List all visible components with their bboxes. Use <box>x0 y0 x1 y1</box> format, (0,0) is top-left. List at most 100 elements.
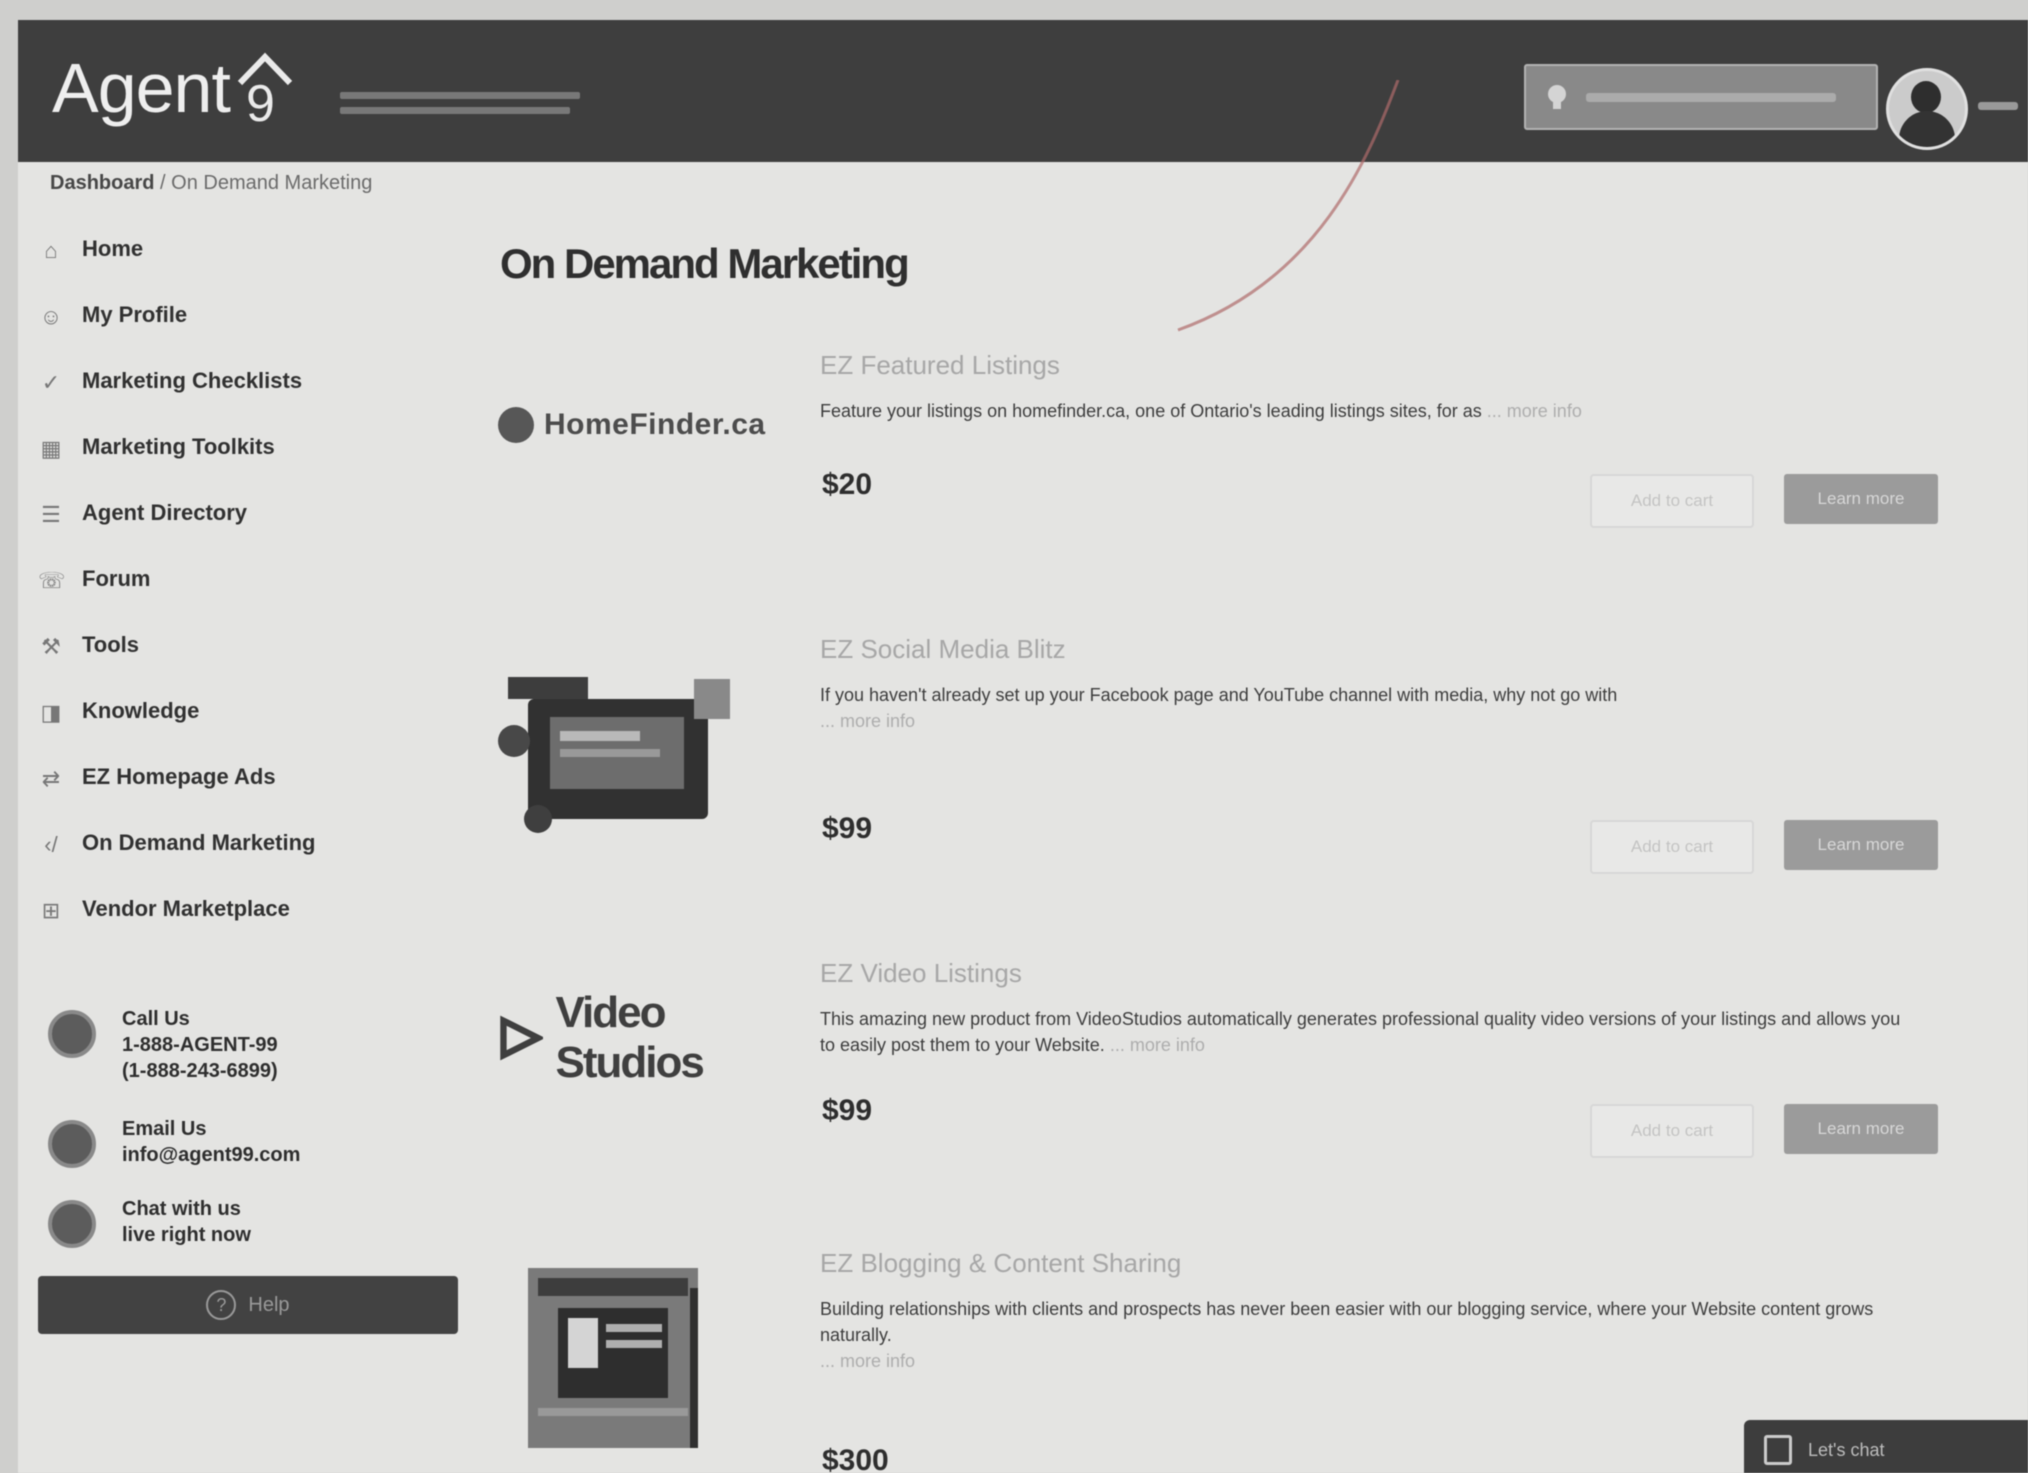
sidebar-item-my-profile[interactable]: ☺ My Profile <box>38 282 458 348</box>
add-to-cart-button[interactable]: Add to cart <box>1590 474 1754 528</box>
more-info-link[interactable]: ... more info <box>820 711 915 731</box>
lightbulb-icon <box>1548 85 1566 109</box>
email-icon <box>48 1120 96 1168</box>
description-text: Building relationships with clients and … <box>820 1299 1874 1345</box>
breadcrumb-root[interactable]: Dashboard <box>50 172 154 194</box>
home-icon: ⌂ <box>44 238 58 263</box>
product-price: $20 <box>822 468 873 501</box>
sidebar-item-knowledge[interactable]: ◨ Knowledge <box>38 678 458 744</box>
vendor-icon: ⊞ <box>41 898 61 923</box>
sidebar-item-marketing-toolkits[interactable]: ▦ Marketing Toolkits <box>38 414 458 480</box>
product-price: $99 <box>822 1094 873 1127</box>
product-price: $99 <box>822 812 873 845</box>
homefinder-logo-text: HomeFinder.ca <box>544 408 766 441</box>
forum-icon: ☏ <box>38 568 66 593</box>
sidebar-item-tools[interactable]: ⚒ Tools <box>38 612 458 678</box>
description-text: Feature your listings on homefinder.ca, … <box>820 401 1482 421</box>
video-studios-logo-text: Video Studios <box>555 988 704 1087</box>
browser-screen: Agent 9 Dashboard / On Demand Marketing <box>18 20 2028 1473</box>
chat-bubble-icon <box>48 1200 96 1248</box>
sidebar-item-vendor-marketplace[interactable]: ⊞ Vendor Marketplace <box>38 876 458 942</box>
chat-label: Let's chat <box>1808 1439 1885 1460</box>
product-description: This amazing new product from VideoStudi… <box>820 1006 1920 1058</box>
product-card: EZ Blogging & Content Sharing Building r… <box>498 1248 1958 1473</box>
social-media-screen-icon <box>498 677 730 833</box>
description-text: If you haven't already set up your Faceb… <box>820 685 1618 705</box>
learn-more-button[interactable]: Learn more <box>1784 1104 1938 1154</box>
product-title[interactable]: EZ Blogging & Content Sharing <box>820 1248 1181 1279</box>
product-description: Feature your listings on homefinder.ca, … <box>820 398 1920 424</box>
sidebar-item-marketing-checklists[interactable]: ✓ Marketing Checklists <box>38 348 458 414</box>
more-info-link[interactable]: ... more info <box>1487 401 1582 421</box>
play-icon <box>500 1015 544 1061</box>
house-logo-icon: 9 <box>237 52 293 127</box>
knowledge-icon: ◨ <box>40 700 62 725</box>
homefinder-logo[interactable]: HomeFinder.ca <box>498 407 766 443</box>
call-us-text: Call Us 1-888-AGENT-99 (1-888-243-6899) <box>122 1008 278 1082</box>
upgrade-button[interactable] <box>1524 64 1878 130</box>
sidebar-item-home[interactable]: ⌂ Home <box>38 216 458 282</box>
breadcrumb-separator: / <box>160 172 166 194</box>
product-description: Building relationships with clients and … <box>820 1296 1920 1374</box>
user-avatar[interactable] <box>1886 68 1968 150</box>
sidebar-item-label: On Demand Marketing <box>82 830 316 855</box>
product-title[interactable]: EZ Video Listings <box>820 958 1022 989</box>
checklist-icon: ✓ <box>41 370 61 395</box>
agent-logo[interactable]: Agent 9 <box>52 48 296 128</box>
blogging-document-icon <box>528 1268 698 1448</box>
email-us-contact[interactable]: Email Us info@agent99.com <box>48 1116 300 1168</box>
ez-homepage-icon: ⇄ <box>41 766 61 791</box>
chat-contact-text: Chat with us live right now <box>122 1198 251 1246</box>
call-us-contact[interactable]: Call Us 1-888-AGENT-99 (1-888-243-6899) <box>48 1006 278 1084</box>
sidebar-item-label: Forum <box>82 566 151 591</box>
video-studios-logo[interactable]: Video Studios <box>498 988 798 1088</box>
product-image <box>498 1258 798 1458</box>
live-chat-button[interactable]: Let's chat <box>1744 1420 2028 1473</box>
learn-more-button[interactable]: Learn more <box>1784 820 1938 870</box>
product-price: $300 <box>822 1444 889 1473</box>
product-image <box>498 654 798 854</box>
help-button[interactable]: ? Help <box>38 1276 458 1334</box>
breadcrumb-current: On Demand Marketing <box>171 172 373 194</box>
more-info-link[interactable]: ... more info <box>820 1351 915 1371</box>
learn-more-button[interactable]: Learn more <box>1784 474 1938 524</box>
chat-contact[interactable]: Chat with us live right now <box>48 1196 251 1248</box>
product-logo: Video Studios <box>498 978 798 1098</box>
logo-text: Agent <box>52 49 231 127</box>
help-icon: ? <box>206 1290 237 1320</box>
homefinder-logo-icon <box>498 407 534 443</box>
profile-icon: ☺ <box>39 304 63 329</box>
sidebar-item-on-demand-marketing[interactable]: ‹/ On Demand Marketing <box>38 810 458 876</box>
add-to-cart-button[interactable]: Add to cart <box>1590 820 1754 874</box>
sidebar-item-label: Marketing Toolkits <box>82 434 275 459</box>
sidebar-item-forum[interactable]: ☏ Forum <box>38 546 458 612</box>
product-description: If you haven't already set up your Faceb… <box>820 682 1920 734</box>
sidebar-item-label: Marketing Checklists <box>82 368 303 393</box>
sidebar: ⌂ Home ☺ My Profile ✓ Marketing Checklis… <box>38 216 458 1334</box>
email-us-text: Email Us info@agent99.com <box>122 1118 301 1166</box>
page-title: On Demand Marketing <box>500 240 910 287</box>
pen-mark <box>1177 80 1400 332</box>
sidebar-item-label: Tools <box>82 632 140 657</box>
sidebar-item-label: Knowledge <box>82 698 200 723</box>
sidebar-item-agent-directory[interactable]: ☰ Agent Directory <box>38 480 458 546</box>
breadcrumb: Dashboard / On Demand Marketing <box>50 172 372 195</box>
product-card: EZ Social Media Blitz If you haven't alr… <box>498 634 1958 894</box>
add-to-cart-button[interactable]: Add to cart <box>1590 1104 1754 1158</box>
product-title[interactable]: EZ Social Media Blitz <box>820 634 1066 665</box>
user-name[interactable] <box>1978 102 2018 110</box>
product-title[interactable]: EZ Featured Listings <box>820 350 1060 381</box>
help-label: Help <box>248 1293 290 1316</box>
top-header: Agent 9 <box>18 20 2028 162</box>
product-card: HomeFinder.ca EZ Featured Listings Featu… <box>498 350 1958 550</box>
sidebar-item-ez-homepage-ads[interactable]: ⇄ EZ Homepage Ads <box>38 744 458 810</box>
more-info-link[interactable]: ... more info <box>1110 1035 1205 1055</box>
toolkit-icon: ▦ <box>40 436 62 461</box>
product-logo: HomeFinder.ca <box>498 380 798 470</box>
description-text: This amazing new product from VideoStudi… <box>820 1009 1901 1055</box>
upgrade-label <box>1586 92 1836 102</box>
sidebar-item-label: EZ Homepage Ads <box>82 764 276 789</box>
sidebar-item-label: Home <box>82 236 144 261</box>
sidebar-item-label: Vendor Marketplace <box>82 896 290 921</box>
chat-icon <box>1764 1435 1792 1465</box>
